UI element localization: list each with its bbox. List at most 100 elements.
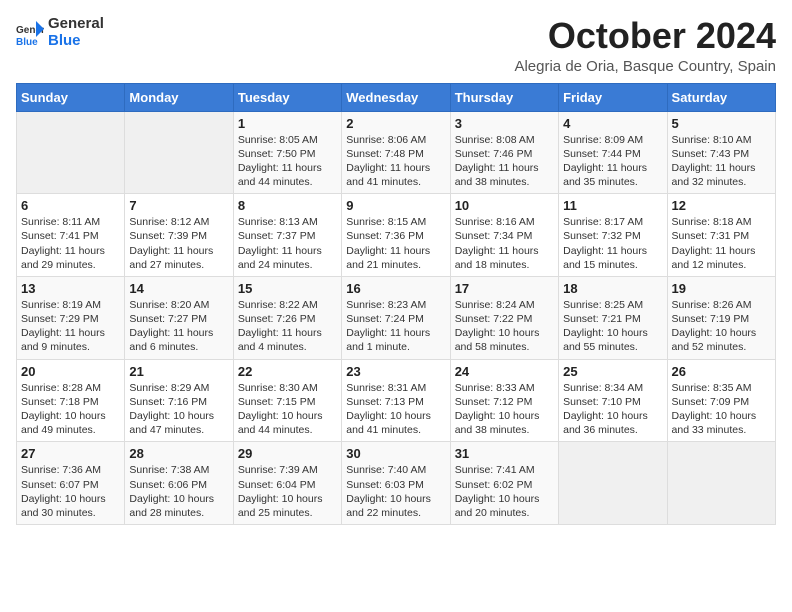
day-header-monday: Monday [125,83,233,111]
calendar-cell: 18Sunrise: 8:25 AMSunset: 7:21 PMDayligh… [559,276,667,359]
day-info: Sunrise: 7:39 AMSunset: 6:04 PMDaylight:… [238,463,337,520]
calendar-cell: 28 Sunrise: 7:38 AMSunset: 6:06 PMDayligh… [125,442,233,525]
calendar-cell: 22 Sunrise: 8:30 AMSunset: 7:15 PMDayligh… [233,359,341,442]
calendar-week-row: 6 Sunrise: 8:11 AMSunset: 7:41 PMDaylight… [17,194,776,277]
day-number: 8 [238,198,337,213]
calendar-week-row: 20 Sunrise: 8:28 AMSunset: 7:18 PMDayligh… [17,359,776,442]
day-info: Sunrise: 8:05 AMSunset: 7:50 PMDaylight:… [238,133,337,190]
day-number: 12 [672,198,771,213]
calendar-cell: 9 Sunrise: 8:15 AMSunset: 7:36 PMDaylight… [342,194,450,277]
svg-text:Blue: Blue [16,37,38,47]
day-info: Sunrise: 8:18 AMSunset: 7:31 PMDaylight:… [672,215,771,272]
day-number: 27 [21,446,120,461]
calendar-cell: 12 Sunrise: 8:18 AMSunset: 7:31 PMDayligh… [667,194,775,277]
day-number: 22 [238,364,337,379]
calendar-cell: 10 Sunrise: 8:16 AMSunset: 7:34 PMDayligh… [450,194,558,277]
calendar-cell: 4Sunrise: 8:09 AMSunset: 7:44 PMDaylight… [559,111,667,194]
calendar-cell: 8 Sunrise: 8:13 AMSunset: 7:37 PMDaylight… [233,194,341,277]
calendar-cell [559,442,667,525]
calendar-cell: 17 Sunrise: 8:24 AMSunset: 7:22 PMDayligh… [450,276,558,359]
day-number: 26 [672,364,771,379]
day-number: 4 [563,116,662,131]
logo-icon: General Blue [16,19,44,47]
day-info: Sunrise: 8:35 AMSunset: 7:09 PMDaylight:… [672,381,771,438]
day-number: 24 [455,364,554,379]
calendar-cell: 29 Sunrise: 7:39 AMSunset: 6:04 PMDayligh… [233,442,341,525]
day-number: 1 [238,116,337,131]
day-header-tuesday: Tuesday [233,83,341,111]
day-number: 11 [563,198,662,213]
calendar-cell: 5 Sunrise: 8:10 AMSunset: 7:43 PMDaylight… [667,111,775,194]
calendar-cell: 16 Sunrise: 8:23 AMSunset: 7:24 PMDayligh… [342,276,450,359]
title-area: October 2024 Alegria de Oria, Basque Cou… [514,16,776,75]
day-info: Sunrise: 8:06 AMSunset: 7:48 PMDaylight:… [346,133,445,190]
day-number: 23 [346,364,445,379]
calendar-cell: 7Sunrise: 8:12 AMSunset: 7:39 PMDaylight… [125,194,233,277]
calendar-cell: 24 Sunrise: 8:33 AMSunset: 7:12 PMDayligh… [450,359,558,442]
day-header-thursday: Thursday [450,83,558,111]
day-info: Sunrise: 8:24 AMSunset: 7:22 PMDaylight:… [455,298,554,355]
day-info: Sunrise: 8:10 AMSunset: 7:43 PMDaylight:… [672,133,771,190]
day-header-sunday: Sunday [17,83,125,111]
calendar-week-row: 27 Sunrise: 7:36 AMSunset: 6:07 PMDayligh… [17,442,776,525]
calendar-cell [17,111,125,194]
calendar-cell: 11Sunrise: 8:17 AMSunset: 7:32 PMDayligh… [559,194,667,277]
calendar-cell: 23 Sunrise: 8:31 AMSunset: 7:13 PMDayligh… [342,359,450,442]
day-info: Sunrise: 8:28 AMSunset: 7:18 PMDaylight:… [21,381,120,438]
day-number: 28 [129,446,228,461]
day-info: Sunrise: 8:30 AMSunset: 7:15 PMDaylight:… [238,381,337,438]
calendar-header-row: SundayMondayTuesdayWednesdayThursdayFrid… [17,83,776,111]
day-info: Sunrise: 8:19 AMSunset: 7:29 PMDaylight:… [21,298,120,355]
day-info: Sunrise: 8:23 AMSunset: 7:24 PMDaylight:… [346,298,445,355]
day-number: 14 [129,281,228,296]
day-number: 5 [672,116,771,131]
day-number: 3 [455,116,554,131]
calendar-cell: 13 Sunrise: 8:19 AMSunset: 7:29 PMDayligh… [17,276,125,359]
day-number: 6 [21,198,120,213]
day-number: 9 [346,198,445,213]
day-header-friday: Friday [559,83,667,111]
calendar-cell: 25Sunrise: 8:34 AMSunset: 7:10 PMDayligh… [559,359,667,442]
day-info: Sunrise: 8:29 AMSunset: 7:16 PMDaylight:… [129,381,228,438]
day-number: 30 [346,446,445,461]
day-header-wednesday: Wednesday [342,83,450,111]
day-info: Sunrise: 8:25 AMSunset: 7:21 PMDaylight:… [563,298,662,355]
day-info: Sunrise: 7:36 AMSunset: 6:07 PMDaylight:… [21,463,120,520]
month-title: October 2024 [514,16,776,56]
day-info: Sunrise: 7:38 AMSunset: 6:06 PMDaylight:… [129,463,228,520]
calendar-cell: 1 Sunrise: 8:05 AMSunset: 7:50 PMDaylight… [233,111,341,194]
day-info: Sunrise: 8:12 AMSunset: 7:39 PMDaylight:… [129,215,228,272]
calendar-table: SundayMondayTuesdayWednesdayThursdayFrid… [16,83,776,525]
day-number: 21 [129,364,228,379]
calendar-cell: 2 Sunrise: 8:06 AMSunset: 7:48 PMDaylight… [342,111,450,194]
day-number: 2 [346,116,445,131]
day-info: Sunrise: 8:22 AMSunset: 7:26 PMDaylight:… [238,298,337,355]
day-number: 13 [21,281,120,296]
day-number: 29 [238,446,337,461]
logo: General Blue General Blue [16,16,104,49]
day-info: Sunrise: 8:33 AMSunset: 7:12 PMDaylight:… [455,381,554,438]
day-info: Sunrise: 8:15 AMSunset: 7:36 PMDaylight:… [346,215,445,272]
day-info: Sunrise: 7:41 AMSunset: 6:02 PMDaylight:… [455,463,554,520]
logo-blue: Blue [48,33,104,50]
day-info: Sunrise: 8:16 AMSunset: 7:34 PMDaylight:… [455,215,554,272]
day-number: 17 [455,281,554,296]
calendar-cell: 14Sunrise: 8:20 AMSunset: 7:27 PMDayligh… [125,276,233,359]
calendar-cell: 6 Sunrise: 8:11 AMSunset: 7:41 PMDaylight… [17,194,125,277]
calendar-cell: 19Sunrise: 8:26 AMSunset: 7:19 PMDayligh… [667,276,775,359]
page-header: General Blue General Blue October 2024 A… [16,16,776,75]
day-info: Sunrise: 8:13 AMSunset: 7:37 PMDaylight:… [238,215,337,272]
calendar-cell: 30Sunrise: 7:40 AMSunset: 6:03 PMDayligh… [342,442,450,525]
day-info: Sunrise: 8:31 AMSunset: 7:13 PMDaylight:… [346,381,445,438]
calendar-cell: 27 Sunrise: 7:36 AMSunset: 6:07 PMDayligh… [17,442,125,525]
day-number: 10 [455,198,554,213]
day-number: 19 [672,281,771,296]
day-number: 16 [346,281,445,296]
day-number: 20 [21,364,120,379]
day-info: Sunrise: 8:11 AMSunset: 7:41 PMDaylight:… [21,215,120,272]
logo-general: General [48,16,104,33]
day-info: Sunrise: 8:34 AMSunset: 7:10 PMDaylight:… [563,381,662,438]
day-number: 15 [238,281,337,296]
calendar-cell: 15 Sunrise: 8:22 AMSunset: 7:26 PMDayligh… [233,276,341,359]
calendar-cell: 21 Sunrise: 8:29 AMSunset: 7:16 PMDayligh… [125,359,233,442]
